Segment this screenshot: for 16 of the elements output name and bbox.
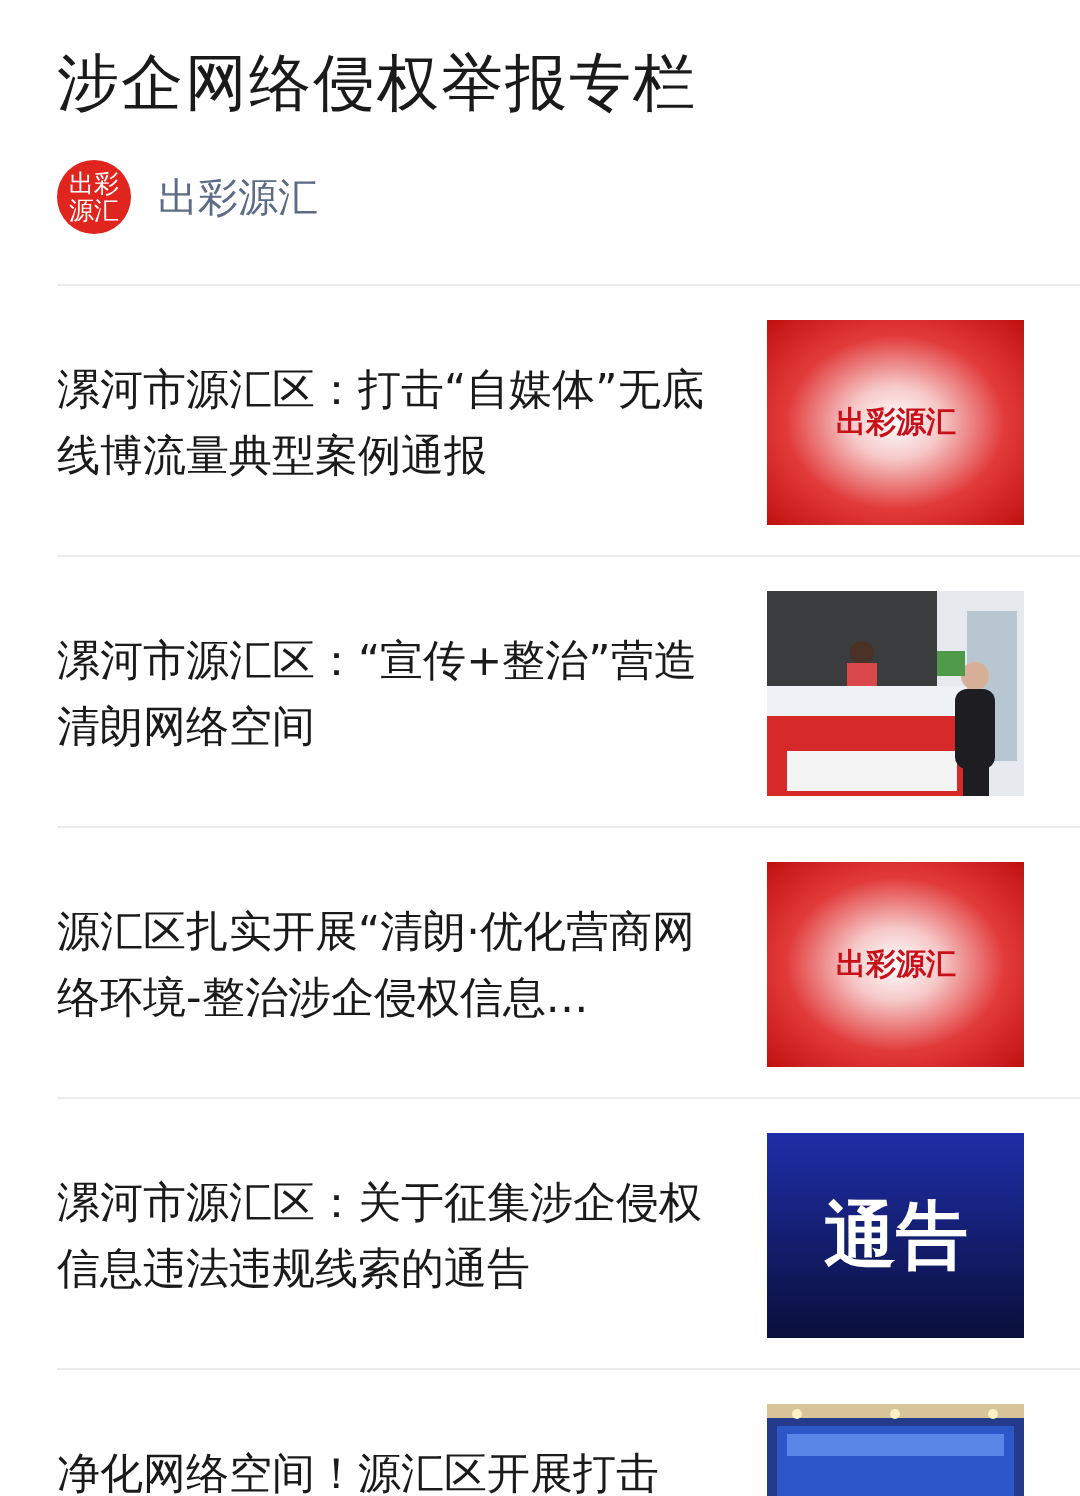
article-title: 漯河市源汇区：“宣传+整治”营造清朗网络空间 bbox=[57, 634, 698, 753]
thumbnail-caption: 出彩源汇 bbox=[835, 403, 956, 441]
author-name[interactable]: 出彩源汇 bbox=[158, 169, 318, 225]
author-avatar[interactable]: 出彩源汇 bbox=[57, 160, 131, 234]
article-item[interactable]: 净化网络空间！源汇区开展打击 bbox=[57, 1368, 1080, 1496]
article-title: 源汇区扎实开展“清朗·优化营商网络环境-整治涉企侵权信息… bbox=[57, 905, 696, 1024]
thumbnail-caption: 出彩源汇 bbox=[835, 945, 956, 983]
thumbnail-caption: 通告 bbox=[823, 1191, 968, 1279]
article-item[interactable]: 漯河市源汇区：“宣传+整治”营造清朗网络空间 bbox=[57, 555, 1080, 826]
article-item[interactable]: 漯河市源汇区：打击“自媒体”无底线博流量典型案例通报 出彩源汇 bbox=[57, 284, 1080, 555]
article-title: 漯河市源汇区：关于征集涉企侵权信息违法违规线索的通告 bbox=[57, 1176, 703, 1295]
article-item[interactable]: 漯河市源汇区：关于征集涉企侵权信息违法违规线索的通告 通告 bbox=[57, 1097, 1080, 1368]
page-title: 涉企网络侵权举报专栏 bbox=[57, 45, 698, 121]
article-item[interactable]: 源汇区扎实开展“清朗·优化营商网络环境-整治涉企侵权信息… 出彩源汇 bbox=[57, 826, 1080, 1097]
article-title: 净化网络空间！源汇区开展打击 bbox=[57, 1447, 660, 1496]
article-title: 漯河市源汇区：打击“自媒体”无底线博流量典型案例通报 bbox=[57, 363, 705, 482]
